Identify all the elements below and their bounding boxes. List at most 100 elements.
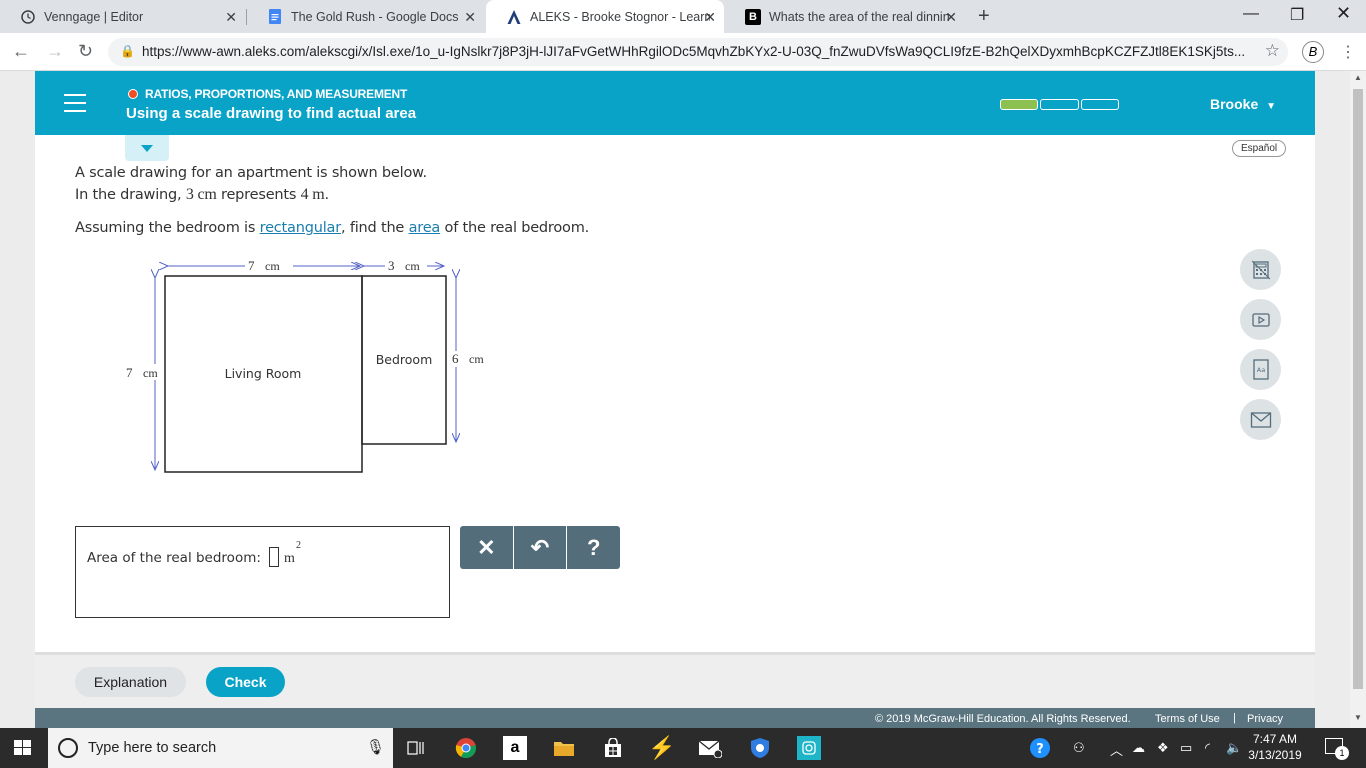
scroll-down-icon[interactable]: ▼ bbox=[1354, 713, 1362, 722]
close-icon[interactable]: ✕ bbox=[945, 9, 957, 26]
tab-aleks[interactable]: ALEKS - Brooke Stognor - Learn ✕ bbox=[486, 0, 724, 33]
area-link[interactable]: area bbox=[409, 220, 441, 236]
answer-label: Area of the real bedroom: bbox=[87, 550, 261, 566]
calculator-icon bbox=[1251, 260, 1270, 279]
spanish-language-button[interactable]: Español bbox=[1232, 140, 1287, 157]
rectangular-link[interactable]: rectangular bbox=[260, 220, 342, 236]
living-room-label: Living Room bbox=[225, 366, 302, 381]
user-menu[interactable]: Brooke ▼ bbox=[1210, 96, 1276, 112]
tab-google-docs[interactable]: The Gold Rush - Google Docs ✕ bbox=[247, 0, 484, 33]
scroll-thumb[interactable] bbox=[1353, 89, 1363, 689]
unit-label: cm bbox=[265, 259, 280, 273]
video-icon bbox=[1251, 312, 1270, 327]
copyright-text: © 2019 McGraw-Hill Education. All Rights… bbox=[875, 713, 1131, 725]
terms-link[interactable]: Terms of Use bbox=[1155, 713, 1220, 725]
hamburger-menu-icon[interactable] bbox=[64, 94, 86, 112]
tab-title: The Gold Rush - Google Docs bbox=[291, 9, 459, 24]
reload-icon[interactable]: ↻ bbox=[78, 41, 93, 62]
message-button[interactable] bbox=[1240, 399, 1281, 440]
scroll-up-icon[interactable]: ▲ bbox=[1354, 73, 1362, 82]
progress-segment bbox=[1000, 99, 1039, 110]
user-name: Brooke bbox=[1210, 96, 1259, 112]
tab-brainly[interactable]: B Whats the area of the real dinnin ✕ bbox=[725, 0, 965, 33]
close-icon[interactable]: ✕ bbox=[704, 9, 716, 26]
dropbox-icon[interactable]: ❖ bbox=[1157, 740, 1169, 756]
file-explorer-icon[interactable] bbox=[552, 736, 576, 760]
caret-down-icon: ▼ bbox=[1266, 101, 1277, 112]
problem-line-1: A scale drawing for an apartment is show… bbox=[75, 165, 427, 181]
back-arrow-icon[interactable]: ← bbox=[12, 41, 30, 62]
living-height-label: 7 bbox=[126, 365, 133, 380]
help-button[interactable]: ? bbox=[567, 526, 621, 569]
progress-segment bbox=[1080, 99, 1119, 110]
check-button[interactable]: Check bbox=[206, 667, 285, 697]
clock-time: 7:47 AM bbox=[1252, 732, 1298, 746]
lightning-app-icon[interactable]: ⚡ bbox=[648, 735, 675, 760]
browser-tab-strip: Venngage | Editor ✕ The Gold Rush - Goog… bbox=[0, 0, 1366, 33]
window-close-icon[interactable]: ✕ bbox=[1336, 3, 1351, 24]
explanation-button[interactable]: Explanation bbox=[75, 667, 186, 697]
unit-label: cm bbox=[469, 352, 484, 366]
cloud-icon[interactable]: ☁ bbox=[1132, 740, 1145, 756]
search-placeholder: Type here to search bbox=[88, 740, 217, 756]
url-bar[interactable]: 🔒 https://www-awn.aleks.com/alekscgi/x/I… bbox=[108, 38, 1288, 66]
mail-icon bbox=[1250, 411, 1271, 428]
aleks-header: RATIOS, PROPORTIONS, AND MEASUREMENT Usi… bbox=[35, 71, 1315, 135]
clear-button[interactable]: ✕ bbox=[460, 526, 513, 569]
people-icon[interactable]: ⚇ bbox=[1073, 740, 1085, 756]
calculator-button[interactable] bbox=[1240, 249, 1281, 290]
store-icon[interactable] bbox=[601, 736, 625, 760]
bookmark-star-icon[interactable]: ☆ bbox=[1265, 41, 1280, 61]
notification-badge: 1 bbox=[1335, 746, 1349, 760]
close-icon[interactable]: ✕ bbox=[464, 9, 476, 26]
tab-venngage[interactable]: Venngage | Editor ✕ bbox=[0, 0, 245, 33]
unit-label: cm bbox=[143, 366, 158, 380]
scale-drawing-value: 3 cm bbox=[185, 186, 217, 203]
minimize-icon[interactable]: — bbox=[1243, 5, 1259, 23]
privacy-link[interactable]: Privacy bbox=[1247, 713, 1283, 725]
dictionary-button[interactable]: Aa bbox=[1240, 349, 1281, 390]
restore-icon[interactable]: ❐ bbox=[1290, 5, 1304, 25]
close-icon[interactable]: ✕ bbox=[225, 9, 237, 26]
scrollbar[interactable]: ▲ ▼ bbox=[1350, 71, 1366, 728]
windows-start-icon[interactable] bbox=[14, 740, 31, 756]
text: In the drawing, bbox=[75, 187, 186, 203]
problem-line-3: Assuming the bedroom is rectangular, fin… bbox=[75, 220, 589, 236]
system-clock[interactable]: 7:47 AM 3/13/2019 bbox=[1245, 731, 1305, 763]
cortana-icon bbox=[58, 738, 78, 758]
clock-date: 3/13/2019 bbox=[1248, 748, 1302, 762]
amazon-icon[interactable]: a bbox=[503, 736, 527, 760]
text: , find the bbox=[341, 220, 409, 236]
microphone-icon[interactable]: 🎙 bbox=[366, 738, 385, 756]
menu-kebab-icon[interactable]: ⋮ bbox=[1340, 42, 1356, 62]
battery-icon[interactable]: ▭ bbox=[1180, 740, 1192, 756]
wifi-icon[interactable]: ◜ bbox=[1205, 740, 1210, 756]
brainly-icon: B bbox=[745, 8, 761, 25]
task-view-icon[interactable] bbox=[404, 736, 428, 760]
lesson-title: Using a scale drawing to find actual are… bbox=[126, 105, 417, 122]
forward-arrow-icon[interactable]: → bbox=[46, 41, 64, 62]
progress-bar bbox=[1000, 99, 1119, 110]
camera-app-icon[interactable] bbox=[797, 736, 821, 760]
shield-app-icon[interactable] bbox=[748, 736, 772, 760]
text: . bbox=[324, 187, 330, 203]
mail-app-icon[interactable] bbox=[698, 736, 722, 760]
new-tab-plus-icon[interactable]: + bbox=[978, 5, 990, 28]
video-button[interactable] bbox=[1240, 299, 1281, 340]
help-tray-icon[interactable]: ? bbox=[1028, 736, 1052, 760]
chevron-up-icon[interactable]: ︿ bbox=[1110, 740, 1123, 759]
chrome-icon[interactable] bbox=[454, 736, 478, 760]
answer-input[interactable] bbox=[269, 547, 279, 567]
volume-icon[interactable]: 🔈 bbox=[1226, 740, 1242, 756]
lock-icon: 🔒 bbox=[120, 44, 135, 58]
scale-drawing: 7 cm 3 cm 7 cm 6 cm Living Room Bedroom bbox=[123, 258, 488, 473]
answer-unit: m bbox=[284, 551, 295, 566]
topic-status-dot bbox=[128, 89, 138, 99]
aleks-icon bbox=[506, 9, 522, 25]
taskbar-search[interactable]: Type here to search 🎙 bbox=[48, 728, 393, 768]
collapse-toggle[interactable] bbox=[125, 135, 169, 161]
text: Assuming the bedroom is bbox=[75, 220, 260, 236]
undo-button[interactable]: ↶ bbox=[513, 526, 567, 569]
extension-icon[interactable]: B bbox=[1302, 41, 1324, 63]
text: represents bbox=[216, 187, 301, 203]
